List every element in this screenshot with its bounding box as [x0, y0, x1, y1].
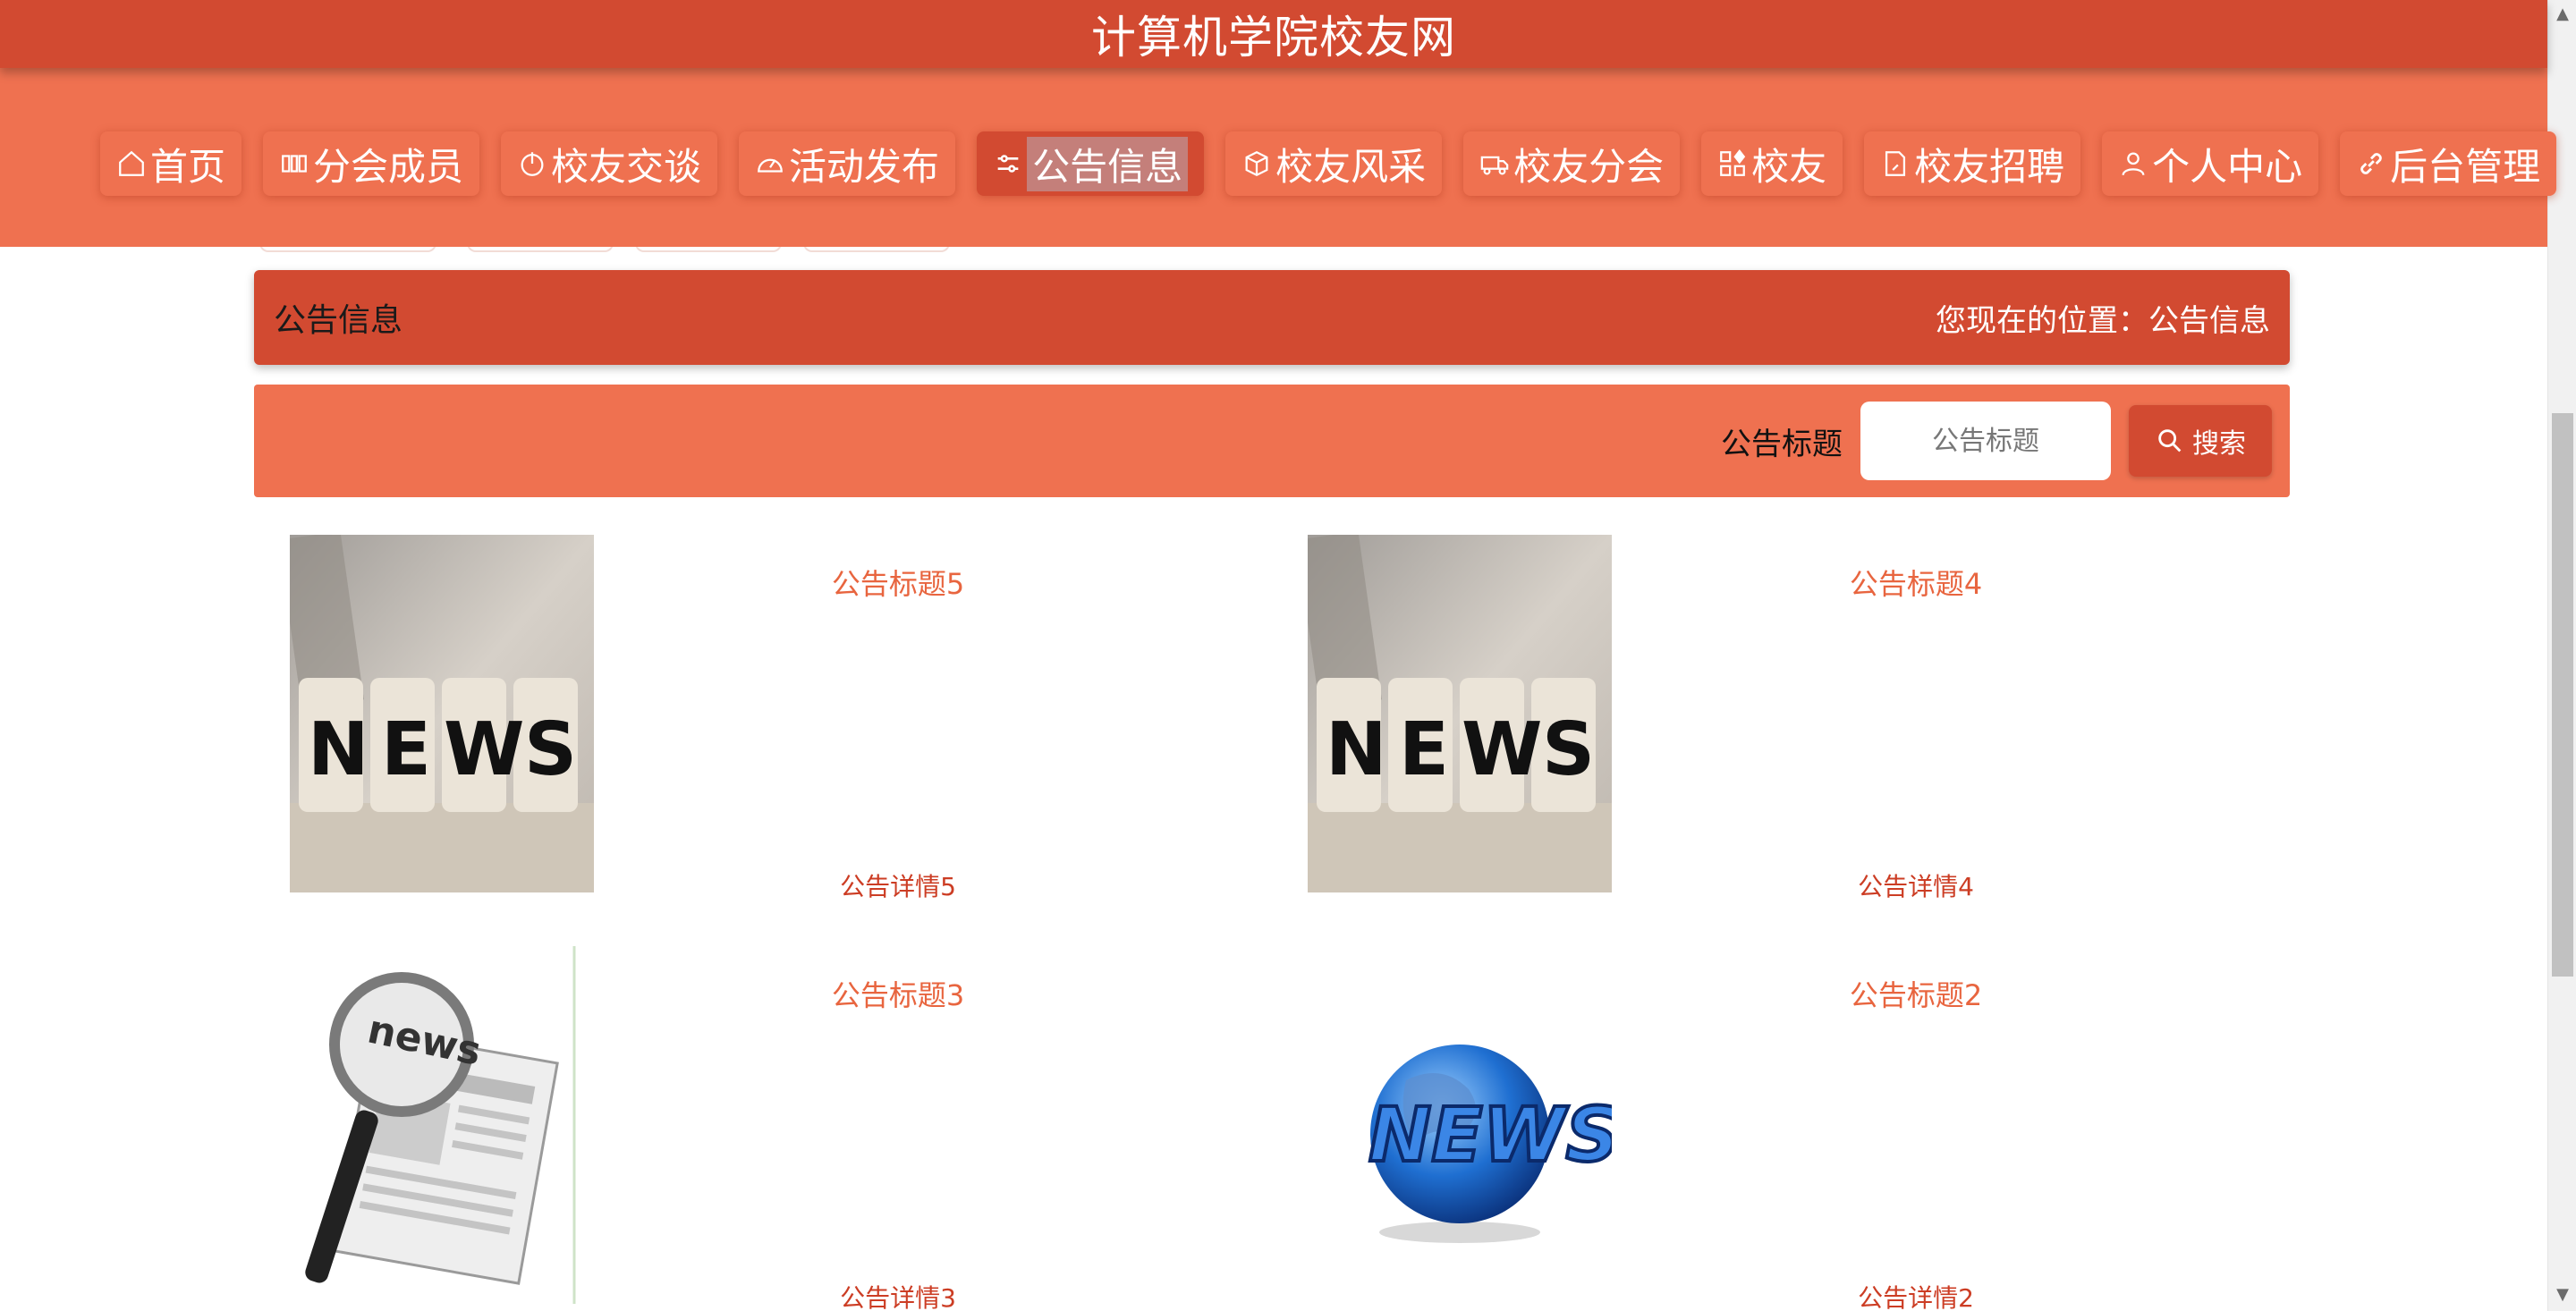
link-icon [2356, 148, 2386, 179]
notice-card[interactable]: NEWS 公告标题5 公告详情5 [254, 535, 1256, 910]
nav-item-members[interactable]: 分会成员 [263, 131, 480, 196]
svg-text:E: E [1399, 707, 1449, 792]
svg-text:N: N [308, 707, 369, 792]
nav-label: 校友招聘 [1914, 144, 2065, 189]
nav-item-branches[interactable]: 校友分会 [1463, 131, 1681, 196]
search-bar: 公告标题 搜索 [254, 385, 2290, 497]
news-blocks-image[interactable]: NEWS [1308, 535, 1612, 892]
nav-item-showcase[interactable]: 校友风采 [1225, 131, 1443, 196]
card-detail: 公告详情4 [1858, 872, 1974, 901]
main-nav: 首页 分会成员 校友交谈 活动发布 公告信息 校友风采 校友分会 校友 校友招聘… [100, 127, 2557, 200]
site-header: 计算机学院校友网 [0, 0, 2547, 68]
nav-item-profile[interactable]: 个人中心 [2102, 131, 2319, 196]
news-blocks-image[interactable]: NEWS [290, 535, 594, 892]
nav-item-chat[interactable]: 校友交谈 [501, 131, 718, 196]
search-label: 公告标题 [1721, 426, 1843, 462]
nav-band: 首页 分会成员 校友交谈 活动发布 公告信息 校友风采 校友分会 校友 校友招聘… [0, 68, 2557, 247]
search-button-label: 搜索 [2192, 428, 2246, 460]
svg-text:E: E [381, 707, 431, 792]
nav-label: 后台管理 [2390, 144, 2541, 189]
nav-item-admin[interactable]: 后台管理 [2340, 131, 2557, 196]
grid-icon [1717, 148, 1748, 179]
current-location: 您现在的位置： 公告信息 [1936, 296, 2270, 340]
nav-label: 分会成员 [313, 144, 464, 189]
site-title: 计算机学院校友网 [1091, 12, 1456, 63]
nav-label: 校友风采 [1275, 144, 1427, 189]
card-title[interactable]: 公告标题2 [1737, 973, 2095, 1014]
scrollbar-thumb[interactable] [2552, 413, 2573, 977]
newspaper-magnifier-image[interactable]: news [290, 946, 594, 1304]
search-input[interactable] [1860, 402, 2111, 480]
breadcrumb: 公告信息 您现在的位置： 公告信息 [254, 270, 2290, 365]
members-icon [279, 148, 309, 179]
gauge-icon [755, 148, 785, 179]
notice-card[interactable]: news 公告标题3 公告详情3 [254, 946, 1256, 1311]
truck-icon [1479, 148, 1510, 179]
nav-label: 个人中心 [2152, 144, 2303, 189]
sliders-icon [993, 148, 1023, 179]
nav-label: 活动发布 [789, 144, 940, 189]
card-title[interactable]: 公告标题5 [719, 562, 1077, 603]
svg-text:NEWS: NEWS [1368, 1091, 1612, 1179]
card-title[interactable]: 公告标题4 [1737, 562, 2095, 603]
svg-text:W: W [1462, 707, 1542, 792]
nav-item-home[interactable]: 首页 [100, 131, 242, 196]
nav-item-events[interactable]: 活动发布 [739, 131, 956, 196]
nav-label: 校友 [1751, 144, 1827, 189]
nav-item-alumni[interactable]: 校友 [1701, 131, 1843, 196]
nav-item-notices[interactable]: 公告信息 [977, 131, 1205, 196]
card-detail: 公告详情2 [1858, 1283, 1974, 1311]
nav-label: 校友分会 [1513, 144, 1665, 189]
notice-card[interactable]: NEWS 公告标题2 公告详情2 [1272, 946, 2274, 1311]
nav-label: 校友交谈 [551, 144, 702, 189]
cube-icon [1241, 148, 1272, 179]
document-icon [1880, 148, 1911, 179]
svg-text:S: S [524, 707, 577, 792]
card-detail: 公告详情3 [840, 1283, 956, 1311]
location-link[interactable]: 公告信息 [2148, 296, 2270, 340]
svg-text:N: N [1326, 707, 1387, 792]
search-button[interactable]: 搜索 [2129, 405, 2272, 477]
svg-text:W: W [444, 707, 524, 792]
page-title: 公告信息 [274, 302, 403, 339]
scroll-down-icon[interactable]: ▼ [2554, 1286, 2572, 1304]
news-globe-image[interactable]: NEWS [1308, 946, 1612, 1304]
svg-text:S: S [1542, 707, 1595, 792]
scroll-up-icon[interactable]: ▲ [2554, 5, 2572, 23]
nav-item-jobs[interactable]: 校友招聘 [1864, 131, 2081, 196]
card-detail: 公告详情5 [840, 872, 956, 901]
notice-card[interactable]: NEWS 公告标题4 公告详情4 [1272, 535, 2274, 910]
nav-label: 公告信息 [1027, 136, 1189, 191]
search-icon [2155, 426, 2185, 456]
location-prefix: 您现在的位置： [1936, 302, 2148, 339]
home-icon [116, 148, 147, 179]
card-title[interactable]: 公告标题3 [719, 973, 1077, 1014]
user-icon [2118, 148, 2148, 179]
nav-label: 首页 [150, 144, 226, 189]
power-icon [517, 148, 547, 179]
